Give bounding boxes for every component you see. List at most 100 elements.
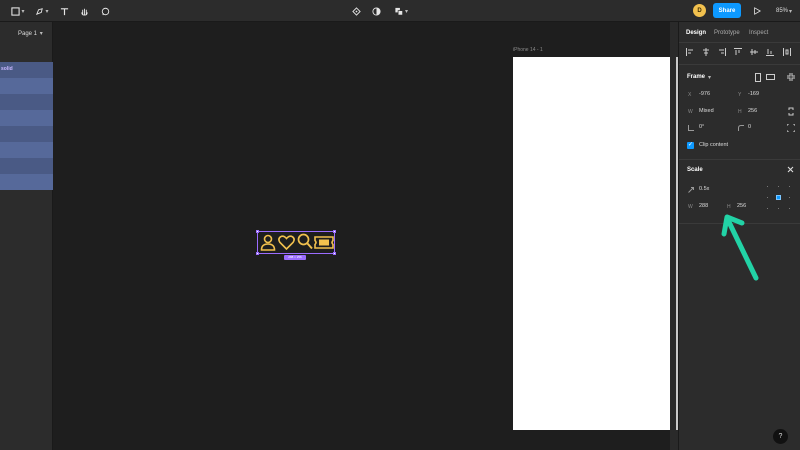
layer-row[interactable] (0, 142, 53, 158)
pen-tool-button[interactable]: ▾ (33, 3, 51, 19)
align-center-h-icon[interactable] (702, 48, 710, 56)
distribute-icon[interactable] (783, 48, 791, 56)
y-input[interactable]: -169 (748, 91, 759, 97)
frame-label[interactable]: iPhone 14 - 1 (513, 47, 543, 53)
grid-dot[interactable] (767, 186, 768, 187)
present-button[interactable] (752, 3, 762, 19)
selection-size-badge: 288 × 256 (284, 255, 306, 260)
grid-dot[interactable] (789, 197, 790, 198)
h-label: H (738, 109, 742, 115)
components-button[interactable] (350, 3, 362, 19)
w-label: W (688, 109, 693, 115)
portrait-icon[interactable] (755, 73, 761, 82)
constrain-proportions-icon[interactable] (788, 107, 794, 116)
align-left-icon[interactable] (686, 48, 694, 56)
scale-w-input[interactable]: 288 (699, 203, 708, 209)
frame-tool-icon (11, 6, 21, 16)
grid-center-selected[interactable] (776, 195, 781, 200)
share-button[interactable]: Share (713, 3, 741, 18)
resize-handle[interactable] (256, 252, 259, 255)
layer-row[interactable] (0, 110, 53, 126)
user-icon (260, 234, 276, 251)
align-bottom-icon[interactable] (766, 48, 774, 56)
hand-tool-button[interactable] (78, 3, 90, 19)
chevron-down-icon: ▾ (45, 8, 49, 15)
comment-tool-button[interactable] (99, 3, 111, 19)
text-tool-button[interactable] (58, 3, 70, 19)
layer-row[interactable] (0, 126, 53, 142)
rotation-icon (688, 125, 694, 131)
corner-radius-input[interactable]: 0 (748, 124, 751, 130)
selected-icon-group[interactable] (256, 230, 336, 255)
w-input[interactable]: Mixed (699, 108, 714, 114)
scale-origin-grid[interactable] (763, 182, 793, 212)
align-center-v-icon[interactable] (750, 48, 758, 56)
divider (679, 64, 800, 65)
layer-row[interactable] (0, 78, 53, 94)
chevron-down-icon: ▾ (789, 8, 793, 15)
resize-to-fit-icon[interactable] (787, 73, 795, 81)
x-input[interactable]: -976 (699, 91, 710, 97)
layer-row[interactable] (0, 158, 53, 174)
y-label: Y (738, 92, 742, 98)
tab-design[interactable]: Design (686, 30, 706, 36)
grid-dot[interactable] (778, 186, 779, 187)
contrast-icon (371, 6, 381, 16)
chevron-down-icon: ▾ (21, 8, 25, 15)
frame-tool-button[interactable]: ▾ (9, 3, 27, 19)
corner-radius-icon (738, 125, 744, 131)
phone-frame[interactable] (513, 57, 676, 430)
help-button[interactable]: ? (773, 429, 788, 444)
multiplayer-button[interactable]: ▾ (392, 3, 410, 19)
divider (679, 42, 800, 43)
chevron-down-icon: ▾ (404, 8, 408, 15)
scale-icon (688, 187, 694, 193)
layer-row[interactable]: solid (0, 62, 53, 78)
components-icon (351, 6, 361, 16)
canvas[interactable]: 288 × 256 iPhone 14 - 1 (53, 22, 679, 450)
grid-dot[interactable] (767, 197, 768, 198)
scale-h-input[interactable]: 256 (737, 203, 746, 209)
zoom-level: 85% (775, 8, 788, 14)
layer-row[interactable] (0, 174, 53, 190)
pen-tool-icon (36, 7, 44, 15)
layer-name: solid (1, 66, 13, 72)
resize-handle[interactable] (333, 230, 336, 233)
top-toolbar: ▾ ▾ ▾ D Share 85% ▾ (0, 0, 800, 22)
layers-panel: Page 1 ▾ solid (0, 22, 53, 450)
search-icon (297, 233, 313, 250)
x-label: X (688, 92, 692, 98)
rotation-input[interactable]: 0° (699, 124, 704, 130)
close-icon[interactable] (787, 166, 794, 173)
layer-row[interactable] (0, 94, 53, 110)
contrast-button[interactable] (370, 3, 382, 19)
chevron-down-icon: ▾ (39, 31, 43, 37)
tab-inspect[interactable]: Inspect (749, 30, 768, 36)
scale-input[interactable]: 0.5x (699, 186, 709, 192)
align-top-icon[interactable] (734, 48, 742, 56)
text-tool-icon (60, 7, 68, 15)
grid-dot[interactable] (789, 186, 790, 187)
zoom-menu[interactable]: 85% ▾ (775, 3, 793, 19)
grid-dot[interactable] (778, 208, 779, 209)
independent-corners-icon[interactable] (787, 124, 795, 132)
page-selector[interactable]: Page 1 ▾ (18, 30, 43, 37)
grid-dot[interactable] (767, 208, 768, 209)
chevron-down-icon[interactable]: ▾ (708, 74, 711, 81)
tab-prototype[interactable]: Prototype (714, 30, 740, 36)
scale-section-title: Scale (687, 167, 703, 173)
landscape-icon[interactable] (766, 74, 775, 80)
ticket-icon (314, 236, 334, 249)
frame-section-title[interactable]: Frame (687, 74, 705, 80)
annotation-arrow-icon (721, 214, 759, 281)
hand-tool-icon (80, 8, 88, 16)
clip-content-checkbox[interactable]: ✓ (687, 142, 694, 149)
resize-handle[interactable] (333, 252, 336, 255)
grid-dot[interactable] (789, 208, 790, 209)
scale-h-label: H (727, 204, 731, 210)
avatar[interactable]: D (693, 4, 706, 17)
align-right-icon[interactable] (718, 48, 726, 56)
divider (679, 159, 800, 160)
resize-handle[interactable] (256, 230, 259, 233)
h-input[interactable]: 256 (748, 108, 757, 114)
